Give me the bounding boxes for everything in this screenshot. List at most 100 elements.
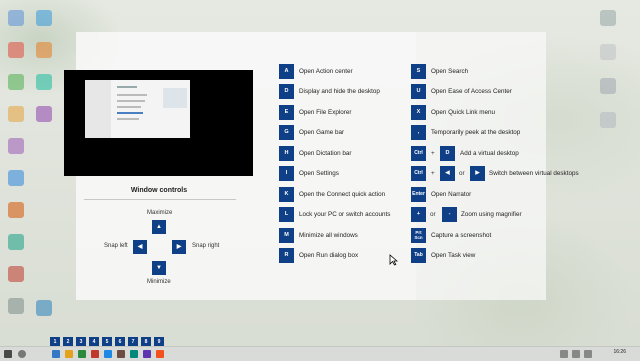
- window-controls-title: Window controls: [130, 187, 188, 194]
- left-arrow-key: ◀: [133, 240, 147, 254]
- tray-icon[interactable]: [560, 350, 568, 358]
- taskbar-app-icon[interactable]: [78, 350, 86, 358]
- desktop-app-icon[interactable]: [600, 112, 616, 128]
- or-separator: or: [459, 170, 465, 177]
- start-icon[interactable]: [4, 350, 12, 358]
- shortcut-key-g: G: [279, 125, 294, 140]
- preview-line: [117, 106, 141, 108]
- shortcut-label: Open File Explorer: [299, 109, 352, 116]
- clock[interactable]: 16:26: [613, 349, 626, 355]
- desktop-app-icon[interactable]: [8, 266, 24, 282]
- shortcut-label: Display and hide the desktop: [299, 88, 380, 95]
- taskbar-app-icon[interactable]: [91, 350, 99, 358]
- desktop-app-icon[interactable]: [600, 78, 616, 94]
- shortcut-label: Temporarily peek at the desktop: [431, 129, 521, 136]
- shortcut-label: Zoom using magnifier: [461, 211, 522, 218]
- shortcut-label: Open Narrator: [431, 191, 472, 198]
- shortcut-label: Switch between virtual desktops: [489, 170, 579, 177]
- desktop-app-icon[interactable]: [36, 74, 52, 90]
- snap-left-label: Snap left: [104, 243, 128, 249]
- shortcut-key-d: D: [279, 84, 294, 99]
- maximize-label: Maximize: [147, 210, 173, 216]
- shortcut-key-ctrl: Ctrl: [411, 166, 426, 181]
- shortcut-label: Open Search: [431, 68, 469, 75]
- desktop-app-icon[interactable]: [8, 106, 24, 122]
- taskbar-app-icon[interactable]: [65, 350, 73, 358]
- right-arrow-key: ▶: [470, 166, 485, 181]
- desktop-app-icon[interactable]: [600, 10, 616, 26]
- shortcut-key-s: S: [411, 64, 426, 79]
- shortcut-label: Open Run dialog box: [299, 252, 359, 259]
- shortcut-label: Open the Connect quick action: [299, 191, 386, 198]
- desktop-app-icon[interactable]: [8, 234, 24, 250]
- shortcut-label: Add a virtual desktop: [460, 150, 519, 157]
- preview-line: [117, 86, 137, 88]
- or-separator: or: [430, 211, 436, 218]
- shortcut-key-enter: Enter: [411, 187, 426, 202]
- desktop-app-icon[interactable]: [8, 138, 24, 154]
- desktop-app-icon[interactable]: [8, 170, 24, 186]
- shortcut-label: Lock your PC or switch accounts: [299, 211, 391, 218]
- desktop-app-icon[interactable]: [8, 74, 24, 90]
- desktop-app-icon[interactable]: [36, 10, 52, 26]
- shortcut-key-ctrl: Ctrl: [411, 146, 426, 161]
- preview-line: [117, 118, 139, 120]
- desktop-app-icon[interactable]: [600, 44, 616, 60]
- preview-sidebar: [85, 80, 111, 138]
- taskbar-app-icon[interactable]: [143, 350, 151, 358]
- taskbar: 16:26: [0, 346, 640, 361]
- shortcut-key-plus: +: [411, 207, 426, 222]
- taskbar-app-icon[interactable]: [104, 350, 112, 358]
- desktop-app-icon[interactable]: [36, 42, 52, 58]
- shortcut-label: Capture a screenshot: [431, 232, 492, 239]
- search-icon[interactable]: [18, 350, 26, 358]
- desktop-app-icon[interactable]: [8, 10, 24, 26]
- minimize-label: Minimize: [147, 279, 171, 285]
- preview-line: [117, 100, 145, 102]
- right-arrow-key: ▶: [172, 240, 186, 254]
- shortcut-key-a: A: [279, 64, 294, 79]
- shortcut-label: Open Task view: [431, 252, 476, 259]
- shortcut-key-comma: ,: [411, 125, 426, 140]
- shortcut-key-u: U: [411, 84, 426, 99]
- taskbar-app-icon[interactable]: [130, 350, 138, 358]
- tray-icon[interactable]: [584, 350, 592, 358]
- divider: [84, 199, 236, 200]
- desktop-app-icon[interactable]: [8, 202, 24, 218]
- shortcut-label: Open Ease of Access Center: [431, 88, 512, 95]
- shortcut-key-l: L: [279, 207, 294, 222]
- desktop-app-icon[interactable]: [8, 298, 24, 314]
- shortcut-key-e: E: [279, 105, 294, 120]
- shortcut-label: Open Quick Link menu: [431, 109, 496, 116]
- shortcut-key-i: I: [279, 166, 294, 181]
- up-arrow-key: ▲: [152, 220, 166, 234]
- shortcut-label: Minimize all windows: [299, 232, 358, 239]
- left-arrow-key: ◀: [440, 166, 455, 181]
- preview-screen: [85, 80, 190, 138]
- shortcut-label: Open Dictation bar: [299, 150, 352, 157]
- tray-icon[interactable]: [572, 350, 580, 358]
- shortcut-label: Open Game bar: [299, 129, 345, 136]
- shortcut-key-m: M: [279, 228, 294, 243]
- desktop-app-icon[interactable]: [8, 42, 24, 58]
- taskbar-app-icon[interactable]: [156, 350, 164, 358]
- plus-separator: +: [431, 170, 435, 177]
- preview-line: [117, 112, 143, 114]
- desktop-app-icon[interactable]: [36, 300, 52, 316]
- shortcut-key-x: X: [411, 105, 426, 120]
- shortcut-key-prtscn: Prt Scn: [411, 228, 426, 243]
- shortcut-key-h: H: [279, 146, 294, 161]
- video-preview: [64, 70, 253, 176]
- mouse-cursor-icon: [389, 254, 398, 266]
- shortcut-key-tab: Tab: [411, 248, 426, 263]
- shortcut-label: Open Settings: [299, 170, 339, 177]
- desktop-app-icon[interactable]: [36, 106, 52, 122]
- taskbar-app-icon[interactable]: [52, 350, 60, 358]
- taskbar-app-icon[interactable]: [117, 350, 125, 358]
- preview-card: [163, 88, 187, 108]
- shortcut-key-r: R: [279, 248, 294, 263]
- down-arrow-key: ▼: [152, 261, 166, 275]
- shortcut-key-minus: -: [442, 207, 457, 222]
- shortcut-label: Open Action center: [299, 68, 353, 75]
- shortcut-key-d: D: [440, 146, 455, 161]
